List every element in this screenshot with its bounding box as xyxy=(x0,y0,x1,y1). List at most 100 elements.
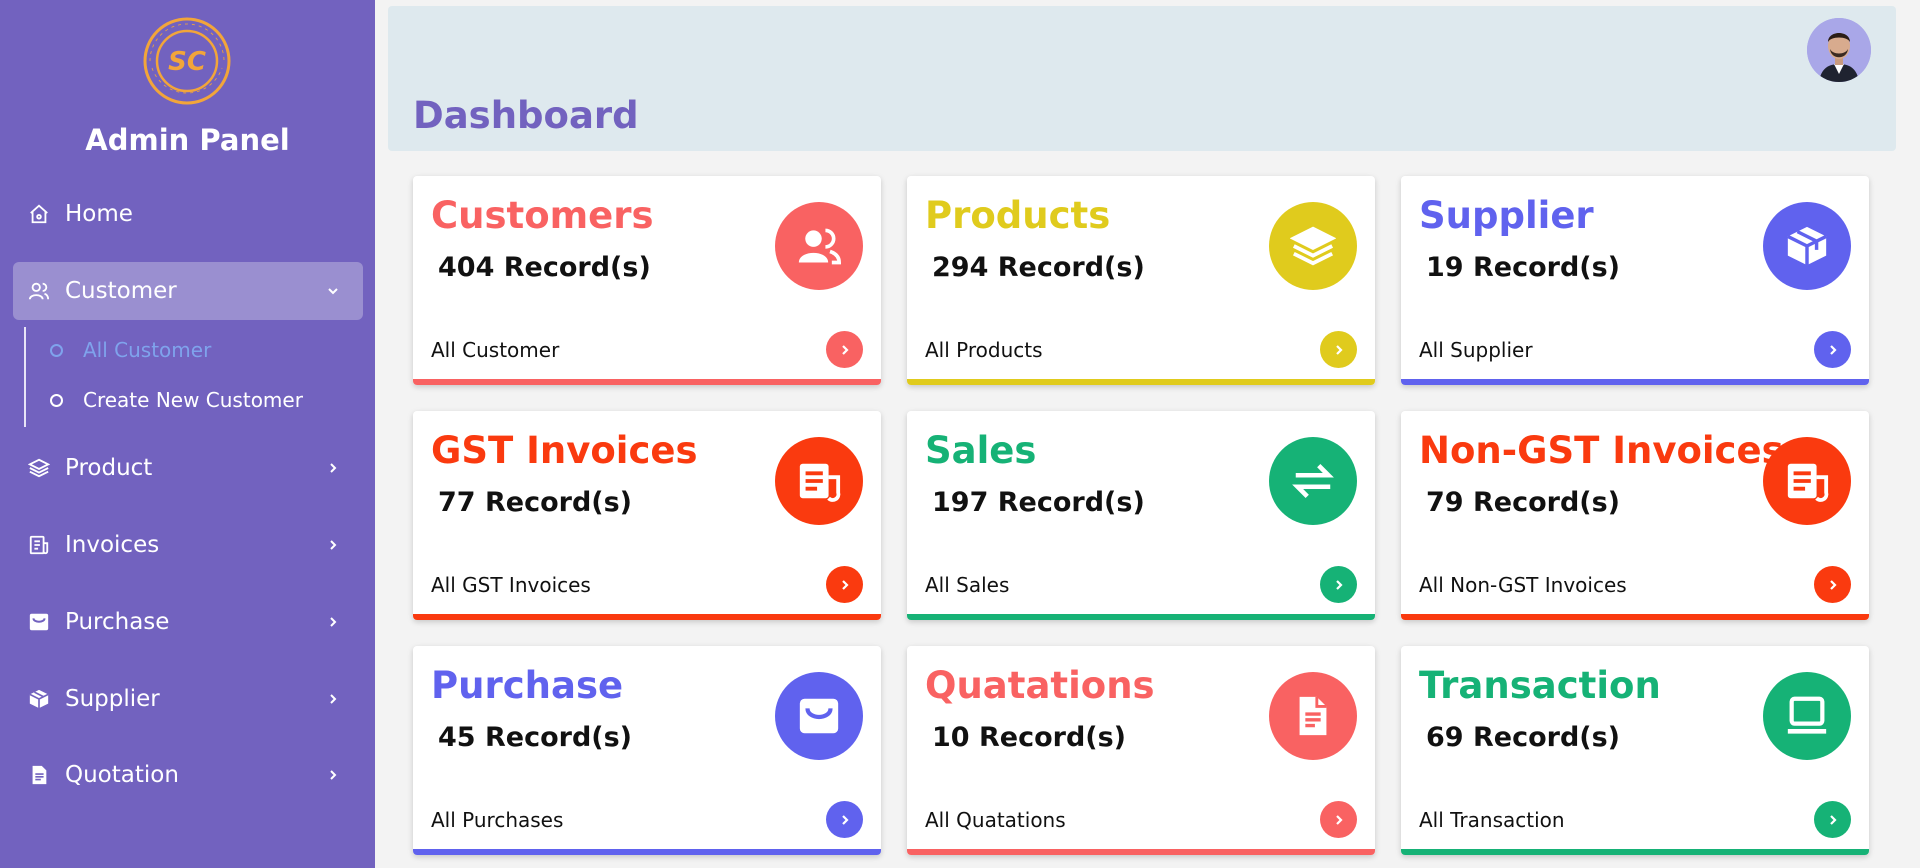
card-supplier: Supplier 19 Record(s) All Supplier xyxy=(1401,176,1869,385)
arrow-right-button[interactable] xyxy=(1320,566,1357,603)
card-title: Transaction xyxy=(1419,664,1661,707)
arrow-right-button[interactable] xyxy=(826,566,863,603)
chevron-right-icon xyxy=(841,344,849,355)
card-link[interactable]: All Non-GST Invoices xyxy=(1419,573,1627,597)
card-accent-bar xyxy=(907,379,1375,385)
sidebar-item-label: Quotation xyxy=(65,762,179,788)
sidebar-item-customer[interactable]: Customer xyxy=(13,262,363,320)
submenu-divider xyxy=(24,327,26,427)
card-accent-bar xyxy=(907,849,1375,855)
box-icon xyxy=(1763,202,1851,290)
invoice-icon xyxy=(1763,437,1851,525)
users-icon xyxy=(27,279,51,303)
chevron-down-icon xyxy=(323,281,343,301)
chevron-right-icon xyxy=(1335,814,1343,825)
card-record-count: 404 Record(s) xyxy=(438,252,651,283)
layers-icon xyxy=(27,456,51,480)
document-icon xyxy=(27,763,51,787)
arrow-right-button[interactable] xyxy=(1320,801,1357,838)
card-record-count: 10 Record(s) xyxy=(932,722,1127,753)
invoice-icon xyxy=(775,437,863,525)
chevron-right-icon xyxy=(841,814,849,825)
card-purchase: Purchase 45 Record(s) All Purchases xyxy=(413,646,881,855)
arrow-right-button[interactable] xyxy=(1320,331,1357,368)
card-link[interactable]: All Products xyxy=(925,338,1043,362)
sidebar-item-label: Customer xyxy=(65,278,177,304)
card-record-count: 79 Record(s) xyxy=(1426,487,1621,518)
card-title: Sales xyxy=(925,429,1037,472)
card-link[interactable]: All GST Invoices xyxy=(431,573,591,597)
card-sales: Sales 197 Record(s) All Sales xyxy=(907,411,1375,620)
sidebar-item-invoices[interactable]: Invoices xyxy=(13,516,363,574)
arrow-right-button[interactable] xyxy=(1814,331,1851,368)
card-link[interactable]: All Customer xyxy=(431,338,559,362)
chevron-right-icon xyxy=(1829,814,1837,825)
users-icon xyxy=(775,202,863,290)
chevron-right-icon xyxy=(1829,579,1837,590)
card-record-count: 69 Record(s) xyxy=(1426,722,1621,753)
card-accent-bar xyxy=(1401,614,1869,620)
page-header: Dashboard xyxy=(388,6,1896,151)
inbox-icon xyxy=(27,610,51,634)
avatar[interactable] xyxy=(1807,18,1871,82)
chevron-right-icon xyxy=(323,765,343,785)
card-title: Purchase xyxy=(431,664,624,707)
card-record-count: 197 Record(s) xyxy=(932,487,1145,518)
chevron-right-icon xyxy=(1829,344,1837,355)
card-link[interactable]: All Purchases xyxy=(431,808,563,832)
card-title: Customers xyxy=(431,194,654,237)
arrow-right-button[interactable] xyxy=(1814,566,1851,603)
page-title: Dashboard xyxy=(413,94,639,137)
card-accent-bar xyxy=(413,614,881,620)
card-link[interactable]: All Supplier xyxy=(1419,338,1533,362)
sidebar-item-product[interactable]: Product xyxy=(13,439,363,497)
card-link[interactable]: All Sales xyxy=(925,573,1009,597)
sidebar-item-label: Home xyxy=(65,201,133,227)
card-accent-bar xyxy=(413,849,881,855)
card-link[interactable]: All Quatations xyxy=(925,808,1066,832)
transfer-icon xyxy=(1269,437,1357,525)
sidebar-item-label: Purchase xyxy=(65,609,170,635)
chevron-right-icon xyxy=(323,535,343,555)
sidebar-item-home[interactable]: Home xyxy=(13,185,363,243)
home-icon xyxy=(27,202,51,226)
sidebar-subitem-all-customer[interactable]: All Customer xyxy=(50,332,211,368)
chevron-right-icon xyxy=(841,579,849,590)
sidebar-subitem-create-customer[interactable]: Create New Customer xyxy=(50,382,303,418)
chevron-right-icon xyxy=(1335,344,1343,355)
sidebar-item-quotation[interactable]: Quotation xyxy=(13,746,363,804)
box-icon xyxy=(27,687,51,711)
sidebar-item-label: Product xyxy=(65,455,153,481)
card-title: Non-GST Invoices xyxy=(1419,429,1784,472)
sidebar-item-supplier[interactable]: Supplier xyxy=(13,670,363,728)
card-gst-invoices: GST Invoices 77 Record(s) All GST Invoic… xyxy=(413,411,881,620)
card-non-gst-invoices: Non-GST Invoices 79 Record(s) All Non-GS… xyxy=(1401,411,1869,620)
document-icon xyxy=(1269,672,1357,760)
sidebar-subitem-label: All Customer xyxy=(83,338,212,362)
user-avatar-icon xyxy=(1807,18,1871,82)
card-record-count: 294 Record(s) xyxy=(932,252,1145,283)
card-accent-bar xyxy=(1401,379,1869,385)
card-record-count: 45 Record(s) xyxy=(438,722,633,753)
arrow-right-button[interactable] xyxy=(826,331,863,368)
card-customers: Customers 404 Record(s) All Customer xyxy=(413,176,881,385)
card-quatations: Quatations 10 Record(s) All Quatations xyxy=(907,646,1375,855)
arrow-right-button[interactable] xyxy=(826,801,863,838)
sidebar-subitem-label: Create New Customer xyxy=(83,388,303,412)
invoice-icon xyxy=(27,533,51,557)
circle-icon xyxy=(50,393,63,407)
card-transaction: Transaction 69 Record(s) All Transaction xyxy=(1401,646,1869,855)
card-link[interactable]: All Transaction xyxy=(1419,808,1565,832)
card-accent-bar xyxy=(413,379,881,385)
card-products: Products 294 Record(s) All Products xyxy=(907,176,1375,385)
arrow-right-button[interactable] xyxy=(1814,801,1851,838)
card-accent-bar xyxy=(1401,849,1869,855)
sidebar-item-purchase[interactable]: Purchase xyxy=(13,593,363,651)
circle-icon xyxy=(50,343,63,357)
sidebar-item-label: Supplier xyxy=(65,686,160,712)
layers-icon xyxy=(1269,202,1357,290)
sidebar-item-label: Invoices xyxy=(65,532,160,558)
card-record-count: 19 Record(s) xyxy=(1426,252,1621,283)
card-title: Quatations xyxy=(925,664,1155,707)
brand-logo: SC xyxy=(143,17,231,105)
